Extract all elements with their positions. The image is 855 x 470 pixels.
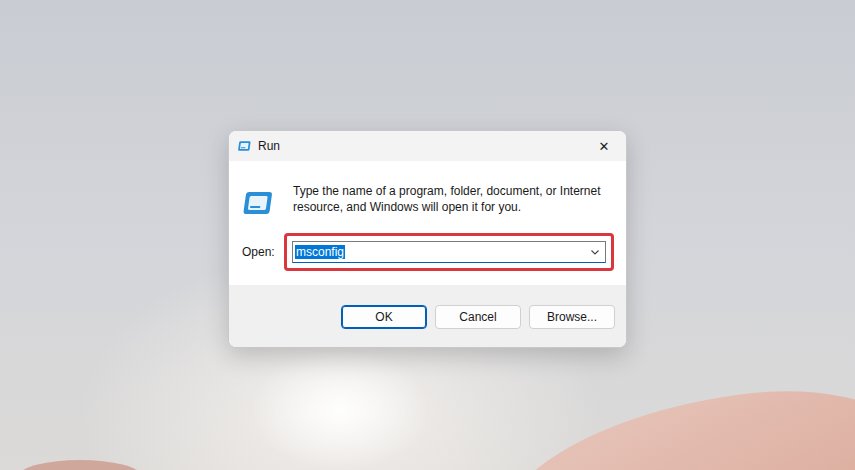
dialog-button[interactable]: OK	[341, 305, 427, 329]
dialog-body: Type the name of a program, folder, docu…	[229, 161, 626, 285]
dialog-button[interactable]: Cancel	[435, 305, 521, 329]
description: Type the name of a program, folder, docu…	[293, 183, 614, 215]
button-bar: OK Cancel Browse...	[229, 285, 626, 347]
title-bar: Run ✕	[229, 131, 626, 161]
window-title: Run	[258, 139, 575, 153]
value-text: msconfig	[295, 245, 345, 259]
open-value[interactable]: msconfig	[295, 244, 589, 260]
open-row: Open: msconfig	[241, 233, 614, 271]
wallpaper-dune	[487, 372, 855, 470]
open-combobox[interactable]: msconfig	[292, 241, 606, 263]
run-icon	[241, 183, 273, 219]
wallpaper-dune	[20, 460, 140, 470]
run-icon	[237, 139, 251, 153]
highlight-box: msconfig	[284, 233, 614, 271]
run-dialog: Run ✕ Type the name of a program, folder, …	[228, 130, 627, 348]
close-button[interactable]: ✕	[582, 131, 626, 161]
open-label: Open:	[242, 245, 279, 259]
dropdown-chevron-icon[interactable]	[589, 246, 601, 258]
intro: Type the name of a program, folder, docu…	[241, 183, 614, 219]
dialog-button[interactable]: Browse...	[529, 305, 615, 329]
